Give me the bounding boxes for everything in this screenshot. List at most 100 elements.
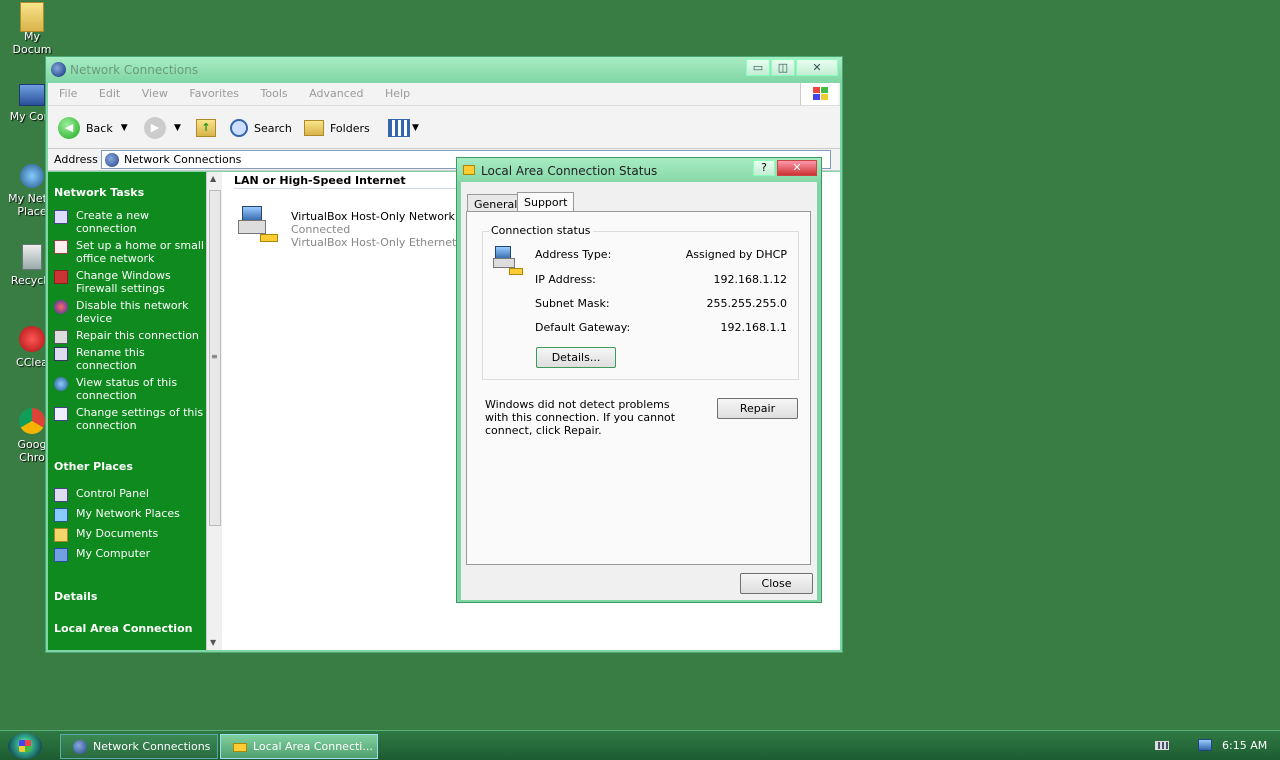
forward-arrow-icon: ▶	[144, 117, 166, 139]
other-places-header[interactable]: Other Places	[54, 460, 206, 473]
folders-label: Folders	[330, 121, 370, 135]
home-network-icon	[54, 240, 68, 254]
place-label: My Network Places	[76, 507, 180, 520]
minimize-button[interactable]: ▭	[746, 59, 770, 76]
menu-help[interactable]: Help	[385, 87, 410, 100]
place-my-documents[interactable]: My Documents	[48, 527, 206, 542]
menu-bar: File Edit View Favorites Tools Advanced …	[48, 83, 840, 105]
search-button[interactable]: Search	[230, 115, 292, 141]
new-connection-icon	[54, 210, 68, 224]
menu-favorites[interactable]: Favorites	[189, 87, 239, 100]
menu-advanced[interactable]: Advanced	[309, 87, 363, 100]
place-label: Control Panel	[76, 487, 149, 500]
task-change-settings[interactable]: Change settings of this connection	[48, 406, 206, 432]
local-area-connection-status-dialog[interactable]: Local Area Connection Status ? ✕ General…	[456, 157, 822, 603]
connection-name: VirtualBox Host-Only Network	[291, 210, 455, 223]
chevron-down-icon[interactable]: ▼	[121, 123, 128, 133]
help-button[interactable]: ?	[753, 160, 775, 176]
folder-icon	[304, 120, 324, 136]
task-label: Change Windows Firewall settings	[76, 269, 171, 295]
connection-status-label: Connection status	[489, 224, 593, 237]
place-control-panel[interactable]: Control Panel	[48, 487, 206, 502]
control-panel-icon	[54, 488, 68, 502]
task-rename-connection[interactable]: Rename this connection	[48, 346, 206, 372]
computer-icon	[54, 548, 68, 562]
task-label: Create a new connection	[76, 209, 150, 235]
up-folder-icon: ↑	[196, 119, 216, 137]
windows-flag-icon	[19, 740, 31, 752]
connection-status-group: Connection status Address Type: Assigned…	[482, 224, 799, 380]
scroll-down-icon[interactable]: ▼	[210, 638, 216, 647]
network-places-icon	[54, 508, 68, 522]
chevron-down-icon: ▼	[412, 123, 419, 133]
place-label: My Computer	[76, 547, 151, 560]
dialog-close-button[interactable]: ✕	[777, 160, 817, 176]
repair-button[interactable]: Repair	[717, 398, 798, 419]
views-button[interactable]: ▼	[388, 115, 419, 141]
task-view-status[interactable]: View status of this connection	[48, 376, 206, 402]
network-connection-icon	[493, 246, 523, 278]
network-icon	[105, 153, 119, 167]
group-header: LAN or High-Speed Internet	[234, 174, 406, 187]
taskbar-network-connections[interactable]: Network Connections	[60, 734, 218, 759]
task-change-firewall[interactable]: Change Windows Firewall settings	[48, 269, 206, 295]
address-type-value: Assigned by DHCP	[685, 248, 787, 261]
task-pane-scrollbar[interactable]: ▲ ≡ ▼	[206, 172, 222, 650]
task-label: Disable this network device	[76, 299, 189, 325]
menu-tools[interactable]: Tools	[261, 87, 288, 100]
wrench-icon	[54, 330, 68, 344]
task-repair-connection[interactable]: Repair this connection	[48, 329, 206, 344]
task-disable-device[interactable]: Disable this network device	[48, 299, 206, 325]
start-button[interactable]	[8, 733, 42, 759]
task-label: Rename this connection	[76, 346, 145, 372]
details-button[interactable]: Details...	[536, 347, 616, 368]
restore-button[interactable]: ◫	[771, 59, 795, 76]
menu-edit[interactable]: Edit	[99, 87, 120, 100]
connection-device: VirtualBox Host-Only Ethernet A	[291, 236, 468, 249]
desktop-icon-my-documents[interactable]: My Docum	[2, 2, 62, 56]
folder-icon	[20, 2, 44, 32]
close-dialog-button[interactable]: Close	[740, 573, 813, 594]
up-folder-button[interactable]: ↑	[196, 115, 216, 141]
task-setup-home-network[interactable]: Set up a home or small office network	[48, 239, 206, 265]
search-label: Search	[254, 121, 292, 135]
standard-toolbar: ◀ Back ▼ ▶ ▼ ↑ Search Folders ▼	[48, 105, 840, 149]
close-button[interactable]: ✕	[796, 59, 838, 76]
default-gateway-value: 192.168.1.1	[720, 321, 787, 334]
taskbar-local-area-connection[interactable]: Local Area Connecti...	[220, 734, 378, 759]
network-cable-icon	[233, 743, 247, 752]
network-tray-icon[interactable]	[1198, 739, 1212, 751]
connection-status: Connected	[291, 223, 351, 236]
chevron-down-icon[interactable]: ▼	[174, 123, 181, 133]
back-button[interactable]: ◀ Back ▼	[58, 115, 128, 141]
firewall-icon	[54, 270, 68, 284]
forward-button[interactable]: ▶ ▼	[144, 115, 181, 141]
disable-device-icon	[54, 300, 68, 314]
address-label: Address	[54, 153, 98, 166]
task-label: Local Area Connecti...	[253, 740, 373, 753]
task-label: Repair this connection	[76, 329, 199, 342]
scroll-up-icon[interactable]: ▲	[210, 174, 216, 183]
window-title: Network Connections	[70, 63, 199, 77]
ip-address-key: IP Address:	[535, 273, 596, 286]
status-icon	[54, 377, 68, 391]
dialog-title-bar[interactable]: Local Area Connection Status ? ✕	[457, 158, 821, 182]
task-create-connection[interactable]: Create a new connection	[48, 209, 206, 235]
place-my-computer[interactable]: My Computer	[48, 547, 206, 562]
details-header[interactable]: Details	[54, 590, 206, 603]
place-my-network-places[interactable]: My Network Places	[48, 507, 206, 522]
network-cable-icon	[463, 165, 475, 175]
clock[interactable]: 6:15 AM	[1222, 739, 1267, 752]
folders-button[interactable]: Folders	[304, 115, 370, 141]
network-icon	[20, 164, 44, 188]
menu-file[interactable]: File	[59, 87, 77, 100]
network-connection-icon	[238, 206, 280, 248]
documents-folder-icon	[54, 528, 68, 542]
chrome-icon	[19, 408, 45, 434]
recycle-bin-icon	[22, 244, 42, 270]
menu-view[interactable]: View	[142, 87, 168, 100]
network-tasks-header[interactable]: Network Tasks	[54, 186, 206, 199]
title-bar[interactable]: Network Connections ▭ ◫ ✕	[46, 57, 842, 83]
computer-icon	[19, 84, 45, 106]
keyboard-icon[interactable]	[1155, 741, 1169, 750]
